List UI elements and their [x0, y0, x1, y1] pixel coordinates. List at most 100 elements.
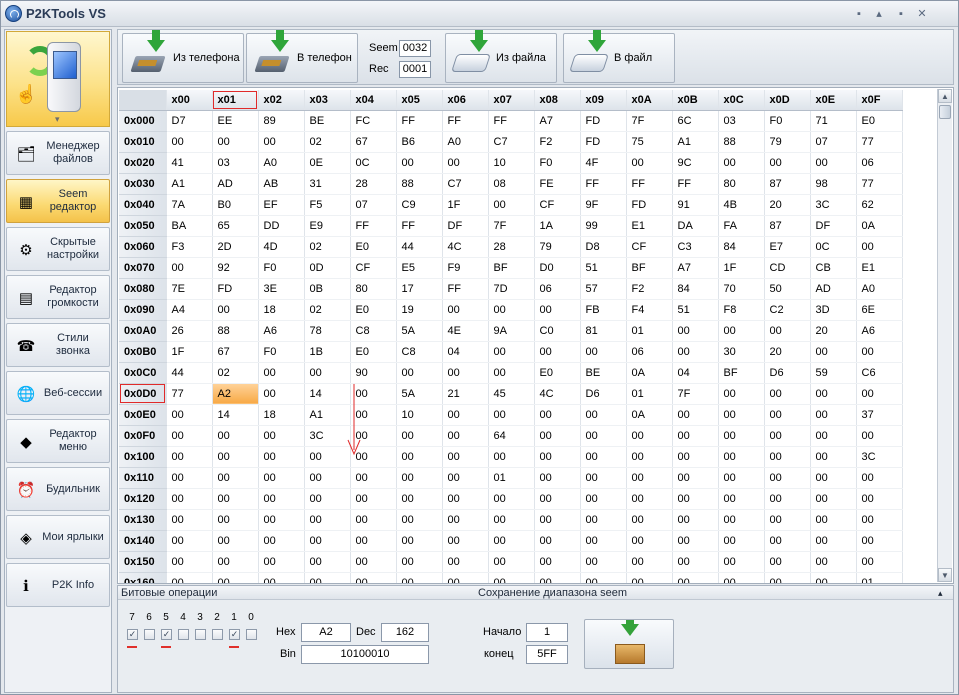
hex-cell[interactable]: 78 — [304, 320, 351, 342]
hex-cell[interactable]: 88 — [718, 131, 765, 153]
hex-cell[interactable]: 00 — [580, 530, 627, 552]
hex-cell[interactable]: 00 — [580, 467, 627, 489]
hex-cell[interactable]: 00 — [350, 551, 397, 573]
hex-cell[interactable]: C8 — [350, 320, 397, 342]
hex-cell[interactable]: 00 — [672, 551, 719, 573]
hex-cell[interactable]: 1F — [442, 194, 489, 216]
save-range-button[interactable] — [584, 619, 674, 669]
hex-cell[interactable]: D0 — [534, 257, 581, 279]
hex-cell[interactable]: 00 — [350, 572, 397, 583]
hex-cell[interactable]: 00 — [764, 488, 811, 510]
hex-cell[interactable]: 6E — [856, 299, 903, 321]
hex-cell[interactable]: 00 — [304, 551, 351, 573]
hex-cell[interactable]: 9C — [672, 152, 719, 174]
hex-cell[interactable]: 00 — [718, 488, 765, 510]
hex-cell[interactable]: C7 — [442, 173, 489, 195]
hex-cell[interactable]: 00 — [534, 551, 581, 573]
bit-checkbox[interactable] — [144, 629, 155, 640]
hex-cell[interactable]: 80 — [718, 173, 765, 195]
hex-cell[interactable]: 50 — [764, 278, 811, 300]
hex-cell[interactable]: 00 — [488, 299, 535, 321]
hex-cell[interactable]: 00 — [350, 488, 397, 510]
hex-cell[interactable]: 00 — [350, 530, 397, 552]
bit-checkbox[interactable] — [178, 629, 189, 640]
hex-cell[interactable]: 89 — [258, 110, 305, 132]
hex-cell[interactable]: 00 — [396, 509, 443, 531]
hex-cell[interactable]: 00 — [488, 446, 535, 468]
hex-cell[interactable]: 00 — [534, 425, 581, 447]
hex-cell[interactable]: F2 — [626, 278, 673, 300]
hex-cell[interactable]: 00 — [350, 509, 397, 531]
hex-cell[interactable]: 00 — [626, 152, 673, 174]
hex-cell[interactable]: 00 — [258, 383, 305, 405]
row-address[interactable]: 0x0F0 — [119, 425, 167, 447]
hex-cell[interactable]: 00 — [810, 383, 857, 405]
hex-cell[interactable]: 00 — [626, 467, 673, 489]
hex-cell[interactable]: FA — [718, 215, 765, 237]
hex-cell[interactable]: 7F — [488, 215, 535, 237]
hex-cell[interactable]: 80 — [350, 278, 397, 300]
hex-cell[interactable]: 00 — [672, 425, 719, 447]
hex-cell[interactable]: 88 — [396, 173, 443, 195]
hex-cell[interactable]: 00 — [166, 551, 213, 573]
hex-cell[interactable]: 00 — [810, 467, 857, 489]
hex-cell[interactable]: 77 — [166, 383, 213, 405]
hex-cell[interactable]: C6 — [856, 362, 903, 384]
hex-cell[interactable]: E0 — [350, 236, 397, 258]
hex-cell[interactable]: 00 — [396, 446, 443, 468]
hex-cell[interactable]: 0D — [304, 257, 351, 279]
hex-cell[interactable]: 00 — [258, 530, 305, 552]
hex-cell[interactable]: 00 — [304, 488, 351, 510]
hex-cell[interactable]: 37 — [856, 404, 903, 426]
hex-cell[interactable]: C7 — [488, 131, 535, 153]
hex-cell[interactable]: C0 — [534, 320, 581, 342]
hex-cell[interactable]: 00 — [442, 551, 489, 573]
hex-cell[interactable]: 44 — [166, 362, 213, 384]
dec-value-field[interactable]: 162 — [381, 623, 429, 642]
hex-cell[interactable]: 84 — [672, 278, 719, 300]
hex-cell[interactable]: 00 — [350, 467, 397, 489]
hex-cell[interactable]: 00 — [488, 341, 535, 363]
hex-cell[interactable]: 0A — [626, 362, 673, 384]
hex-cell[interactable]: AD — [810, 278, 857, 300]
hex-cell[interactable]: 00 — [718, 530, 765, 552]
hex-cell[interactable]: E0 — [856, 110, 903, 132]
hex-cell[interactable]: 02 — [304, 299, 351, 321]
hex-cell[interactable]: 1F — [718, 257, 765, 279]
sidebar-item-2[interactable]: ▦ Seem редактор — [6, 179, 110, 223]
hex-value-field[interactable]: A2 — [301, 623, 351, 642]
collapse-icon[interactable]: ▴ — [938, 586, 943, 600]
hex-cell[interactable]: 0C — [810, 236, 857, 258]
bit-checkbox[interactable] — [246, 629, 257, 640]
hex-cell[interactable]: 9F — [580, 194, 627, 216]
bit-checkbox[interactable]: ✓ — [127, 629, 138, 640]
hex-cell[interactable]: A7 — [534, 110, 581, 132]
hex-cell[interactable]: 4C — [534, 383, 581, 405]
hex-cell[interactable]: 00 — [212, 509, 259, 531]
hex-cell[interactable]: 0A — [856, 215, 903, 237]
hex-cell[interactable]: D8 — [580, 236, 627, 258]
hex-cell[interactable]: 00 — [764, 530, 811, 552]
hex-cell[interactable]: 00 — [396, 425, 443, 447]
hex-cell[interactable]: CF — [534, 194, 581, 216]
hex-cell[interactable]: E9 — [304, 215, 351, 237]
hex-cell[interactable]: 00 — [580, 572, 627, 583]
hex-cell[interactable]: DF — [810, 215, 857, 237]
hex-cell[interactable]: 01 — [488, 467, 535, 489]
hex-cell[interactable]: A7 — [672, 257, 719, 279]
row-address[interactable]: 0x110 — [119, 467, 167, 489]
hex-cell[interactable]: 00 — [580, 425, 627, 447]
hex-cell[interactable]: 20 — [810, 320, 857, 342]
hex-cell[interactable]: 04 — [672, 362, 719, 384]
hex-cell[interactable]: BA — [166, 215, 213, 237]
hex-cell[interactable]: F0 — [258, 341, 305, 363]
hex-cell[interactable]: B0 — [212, 194, 259, 216]
hex-cell[interactable]: 00 — [304, 530, 351, 552]
scroll-thumb[interactable] — [939, 105, 951, 119]
hex-cell[interactable]: F0 — [258, 257, 305, 279]
row-address[interactable]: 0x030 — [119, 173, 167, 195]
hex-cell[interactable]: 00 — [166, 257, 213, 279]
hex-cell[interactable]: 00 — [534, 572, 581, 583]
hex-cell[interactable]: 00 — [856, 509, 903, 531]
hex-cell[interactable]: 03 — [212, 152, 259, 174]
